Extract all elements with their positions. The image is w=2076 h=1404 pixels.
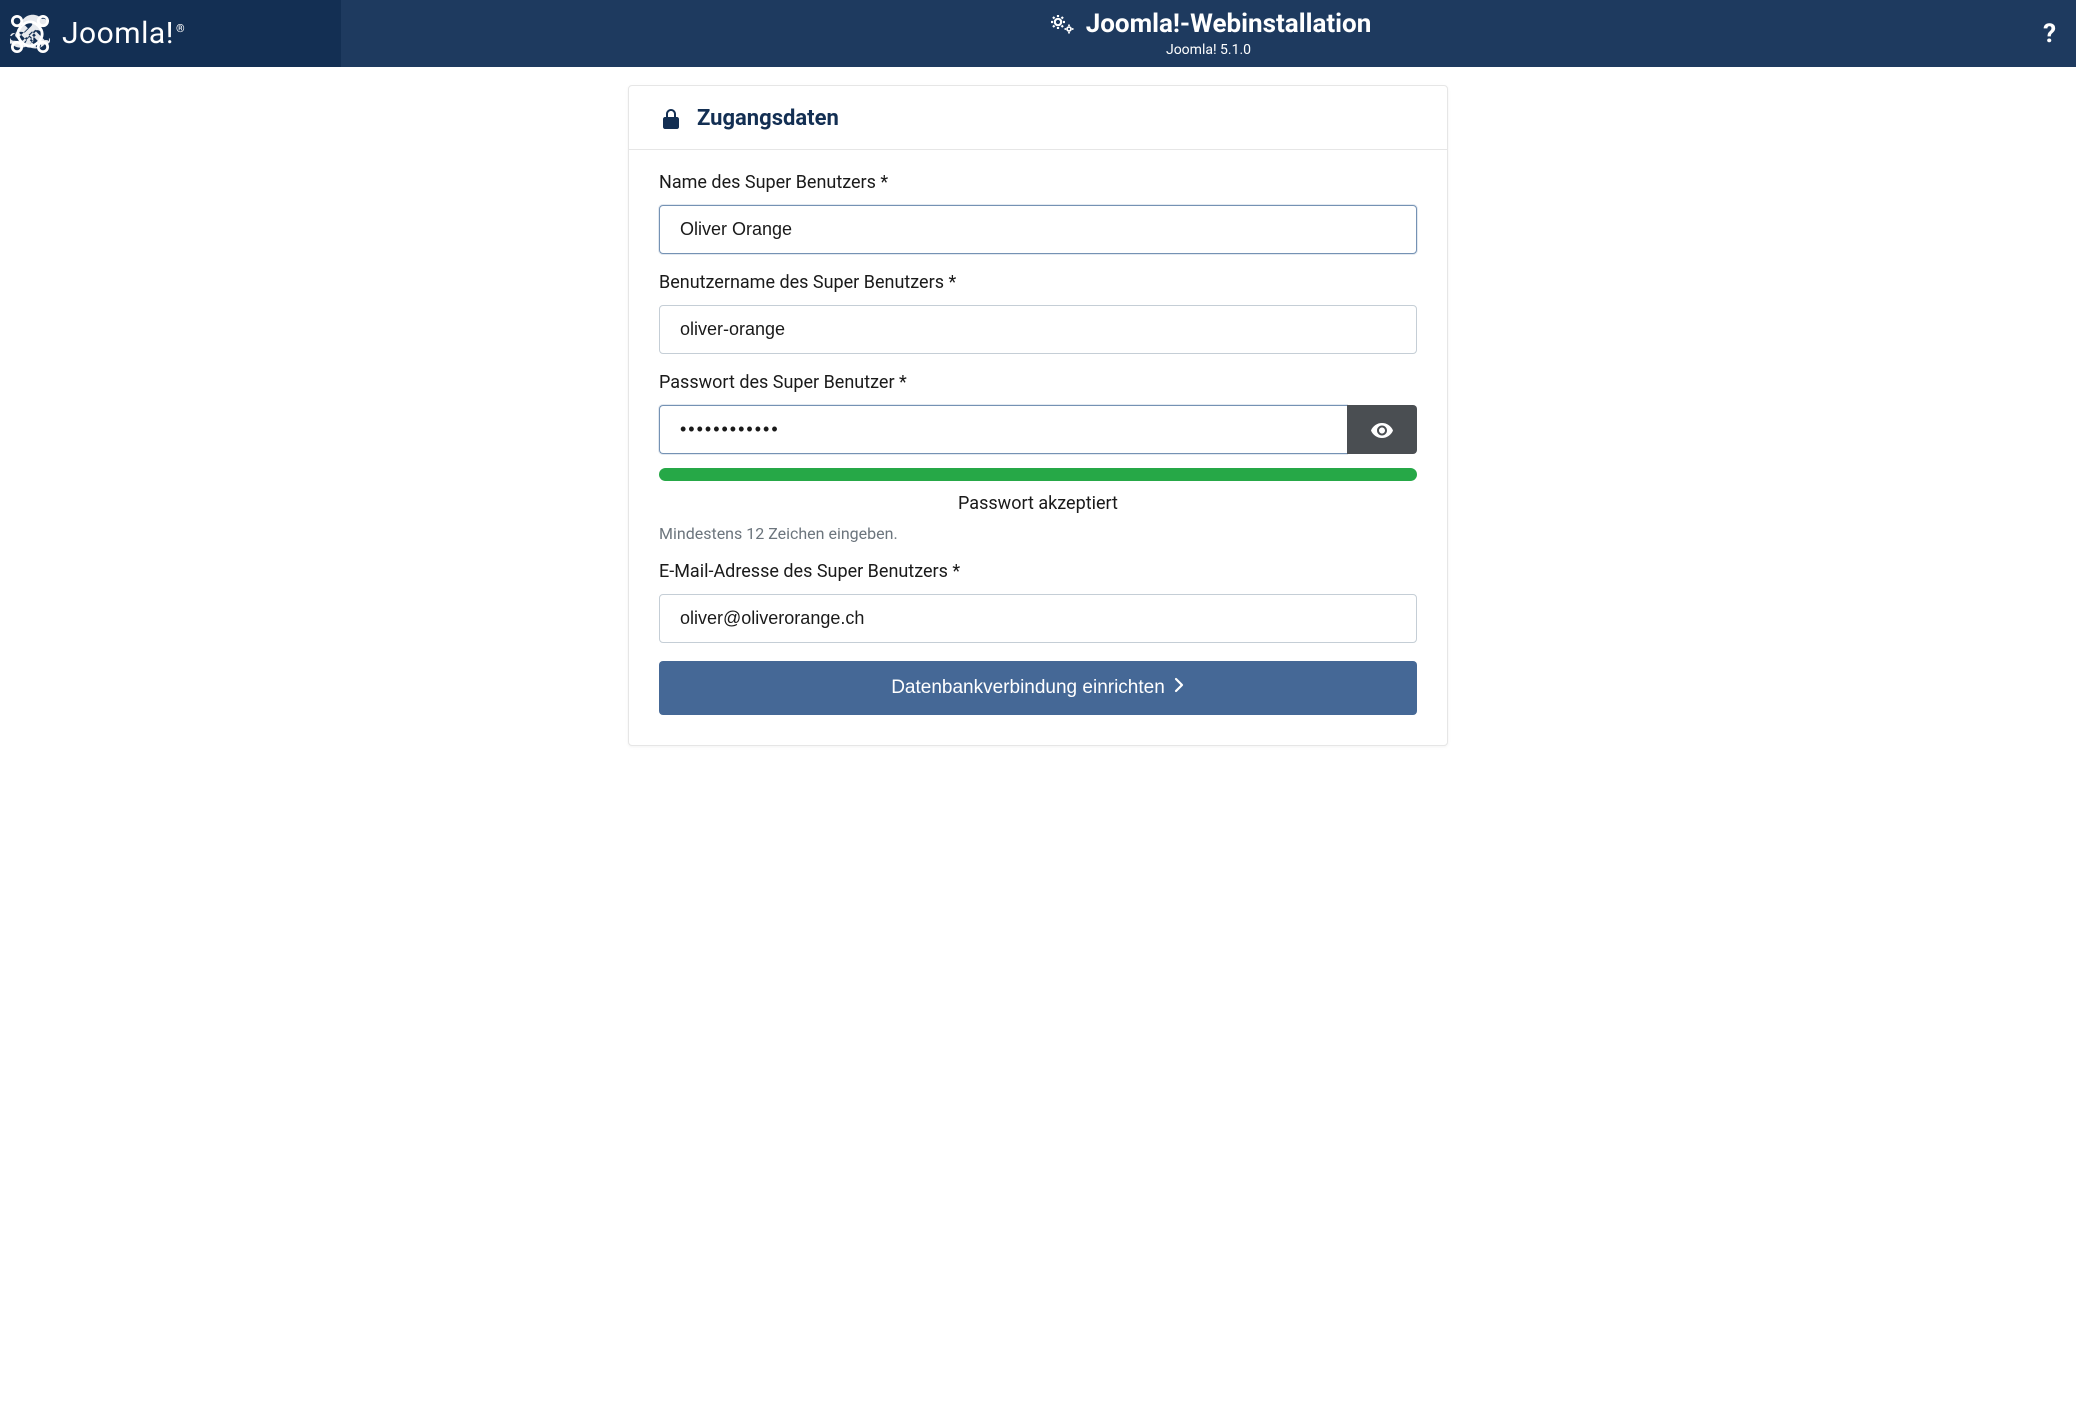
main-content: Zugangsdaten Name des Super Benutzers * … [0, 67, 2076, 764]
gears-icon [1046, 13, 1076, 35]
username-label: Benutzername des Super Benutzers * [659, 272, 1417, 293]
password-input[interactable] [659, 405, 1347, 454]
help-button[interactable]: ? [2043, 19, 2056, 49]
submit-label: Datenbankverbindung einrichten [891, 677, 1165, 699]
lock-icon [659, 107, 683, 131]
email-group: E-Mail-Adresse des Super Benutzers * [659, 561, 1417, 643]
brand-text: Joomla!® [62, 16, 185, 51]
joomla-logo: Joomla!® [10, 14, 185, 54]
joomla-mark-icon [10, 14, 50, 54]
username-group: Benutzername des Super Benutzers * [659, 272, 1417, 354]
email-input[interactable] [659, 594, 1417, 643]
header-title: Joomla!-Webinstallation [1046, 9, 1372, 39]
brand-logo-area: Joomla!® [0, 0, 341, 67]
header-version: Joomla! 5.1.0 [1166, 42, 1251, 58]
chevron-right-icon [1173, 677, 1185, 699]
password-status-text: Passwort akzeptiert [659, 493, 1417, 514]
password-group: Passwort des Super Benutzer * Passwort a… [659, 372, 1417, 543]
password-strength-bar [659, 468, 1417, 481]
password-label: Passwort des Super Benutzer * [659, 372, 1417, 393]
card-body: Name des Super Benutzers * Benutzername … [629, 150, 1447, 745]
username-input[interactable] [659, 305, 1417, 354]
email-label: E-Mail-Adresse des Super Benutzers * [659, 561, 1417, 582]
name-input[interactable] [659, 205, 1417, 254]
eye-icon [1370, 418, 1394, 442]
header: Joomla!® [0, 0, 2076, 67]
credentials-card: Zugangsdaten Name des Super Benutzers * … [628, 85, 1448, 746]
card-title: Zugangsdaten [697, 106, 839, 131]
card-header: Zugangsdaten [629, 86, 1447, 150]
password-hint-text: Mindestens 12 Zeichen eingeben. [659, 524, 1417, 543]
password-visibility-toggle[interactable] [1347, 405, 1417, 454]
name-group: Name des Super Benutzers * [659, 172, 1417, 254]
password-wrapper [659, 405, 1417, 454]
setup-database-button[interactable]: Datenbankverbindung einrichten [659, 661, 1417, 715]
header-center: Joomla!-Webinstallation Joomla! 5.1.0 ? [341, 0, 2076, 67]
name-label: Name des Super Benutzers * [659, 172, 1417, 193]
